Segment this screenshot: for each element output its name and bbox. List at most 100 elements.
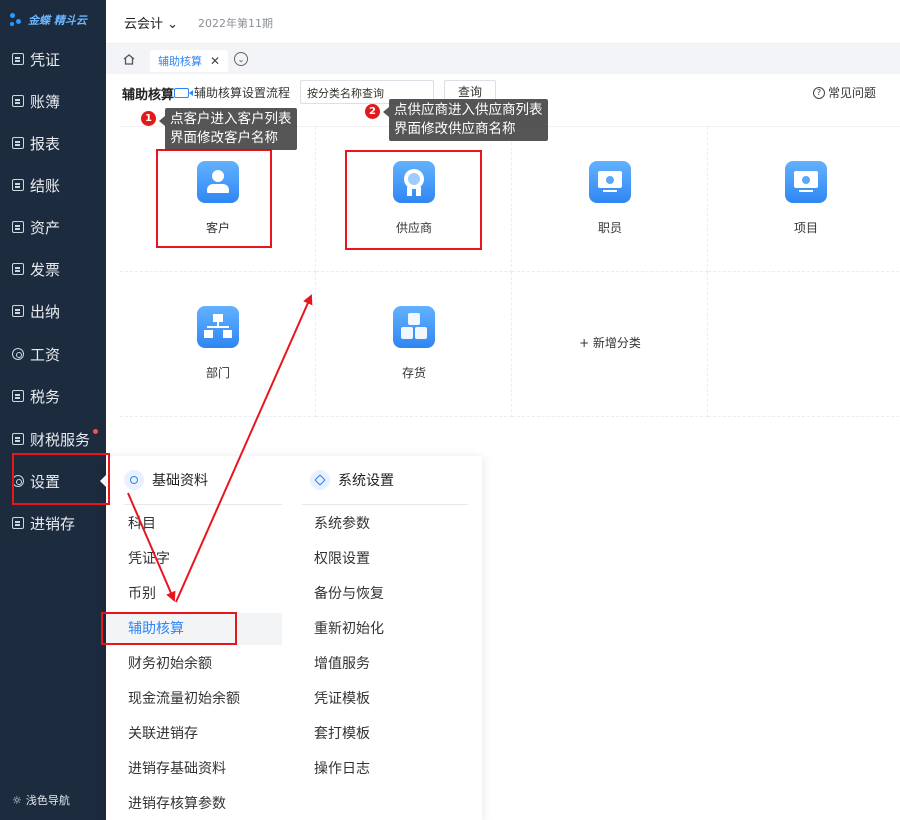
sidebar-item-label: 进销存 [30,514,76,533]
chevron-down-icon: ⌄ [167,17,179,32]
logo-mark-icon [10,13,24,27]
menu-item-inventory-basics[interactable]: 进销存基础资料 [106,753,282,785]
service-icon [12,433,24,445]
category-card-inventory[interactable]: 存货 [316,272,512,417]
sidebar-item-label: 设置 [30,472,61,491]
category-card-project[interactable]: 项目 [708,127,900,272]
callout-line: 点客户进入客户列表 [170,111,292,127]
monitor-icon [589,161,631,203]
sidebar-item-label: 账簿 [30,92,61,111]
category-label: 存货 [401,366,426,380]
sidebar-item-label: 税务 [30,387,61,406]
sidebar-item-ledger[interactable]: 账簿 [0,86,106,116]
category-label: 项目 [793,221,818,235]
inventory-icon [12,517,24,529]
menu-item-value-added[interactable]: 增值服务 [314,648,474,680]
tax-icon [12,390,24,402]
medal-icon [393,161,435,203]
question-icon: ? [812,86,825,99]
settings-circle-icon [124,470,144,490]
sidebar: 金蝶 精斗云 凭证 账簿 报表 结账 资产 发票 出纳 工资 税务 财税服务 设… [0,0,107,820]
sidebar-item-label: 财税服务 [30,430,91,449]
sidebar-item-label: 资产 [30,218,61,237]
tab-aux-accounting[interactable]: 辅助核算 ✕ [150,50,229,72]
tab-label: 辅助核算 [158,55,202,68]
logo-text: 金蝶 精斗云 [28,14,87,27]
category-label: 客户 [205,221,230,235]
menu-item-reinitialize[interactable]: 重新初始化 [314,613,474,645]
sidebar-item-settings[interactable]: 设置 [0,466,107,496]
sidebar-item-invoice[interactable]: 发票 [0,254,106,284]
menu-item-currency[interactable]: 币别 [106,578,282,610]
org-chart-icon [197,306,239,348]
notification-dot [93,429,98,434]
step-2-badge: 2 [365,104,380,119]
sidebar-item-report[interactable]: 报表 [0,128,106,158]
menu-item-voucher-word[interactable]: 凭证字 [106,543,282,575]
sidebar-item-tax-service[interactable]: 财税服务 [0,424,106,454]
sidebar-item-cashier[interactable]: 出纳 [0,296,106,326]
category-card-supplier[interactable]: 供应商 [316,127,512,272]
cashier-icon [12,305,24,317]
sidebar-item-label: 凭证 [30,50,61,69]
add-category-button[interactable]: + 新增分类 [512,272,708,417]
basic-data-title: 基础资料 [152,473,208,489]
category-card-employee[interactable]: 职员 [512,127,708,272]
divider [302,504,468,505]
callout-line: 界面修改客户名称 [170,130,278,146]
menu-item-backup-restore[interactable]: 备份与恢复 [314,578,474,610]
app-root: 金蝶 精斗云 凭证 账簿 报表 结账 资产 发票 出纳 工资 税务 财税服务 设… [0,0,900,820]
tabs-more-icon[interactable]: ⌄ [234,52,248,66]
user-icon [197,161,239,203]
setup-flow-link[interactable]: 辅助核算设置流程 [174,84,290,101]
menu-item-print-template[interactable]: 套打模板 [314,718,474,750]
layers-icon [310,470,330,490]
menu-item-inventory-params[interactable]: 进销存核算参数 [106,788,282,820]
sidebar-item-inventory[interactable]: 进销存 [0,508,106,538]
book-icon [12,95,24,107]
sidebar-item-closing[interactable]: 结账 [0,170,106,200]
yen-icon [12,348,24,360]
menu-item-permissions[interactable]: 权限设置 [314,543,474,575]
menu-item-operation-log[interactable]: 操作日志 [314,753,474,785]
page-title: 辅助核算 [122,88,175,103]
tab-bar: 辅助核算 ✕ ⌄ [106,44,900,74]
asset-icon [12,221,24,233]
menu-item-voucher-template[interactable]: 凭证模板 [314,683,474,715]
category-card-department[interactable]: 部门 [120,272,316,417]
menu-item-system-params[interactable]: 系统参数 [314,508,474,540]
system-settings-header: 系统设置 [310,470,394,490]
sidebar-item-tax[interactable]: 税务 [0,381,106,411]
sidebar-item-label: 发票 [30,260,61,279]
close-book-icon [12,179,24,191]
add-category-label: + 新增分类 [579,336,641,350]
settings-dropdown: 基础资料 系统设置 科目 凭证字 币别 辅助核算 财务初始余额 现金流量初始余额… [106,456,482,820]
sidebar-item-label: 出纳 [30,302,61,321]
menu-item-cashflow-initial[interactable]: 现金流量初始余额 [106,683,282,715]
sidebar-item-voucher[interactable]: 凭证 [0,44,106,74]
divider [124,504,282,505]
org-switcher[interactable]: 云会计 ⌄ [124,13,178,32]
system-settings-title: 系统设置 [338,473,394,489]
menu-item-aux-accounting[interactable]: 辅助核算 [106,613,282,645]
faq-label: 常见问题 [827,86,876,100]
sun-icon: ☼ [12,793,22,807]
category-label: 部门 [205,366,230,380]
invoice-icon [12,263,24,275]
menu-item-subjects[interactable]: 科目 [106,508,282,540]
close-icon[interactable]: ✕ [210,54,220,68]
menu-item-link-inventory[interactable]: 关联进销存 [106,718,282,750]
light-nav-label: 浅色导航 [25,794,70,807]
callout-customer: 点客户进入客户列表 界面修改客户名称 [159,108,297,150]
sidebar-item-assets[interactable]: 资产 [0,212,106,242]
sidebar-item-payroll[interactable]: 工资 [0,339,106,369]
sidebar-item-label: 结账 [30,176,61,195]
light-nav-toggle[interactable]: ☼ 浅色导航 [12,792,70,808]
home-icon[interactable] [123,54,135,65]
monitor-icon [785,161,827,203]
setup-flow-label: 辅助核算设置流程 [194,86,291,100]
sidebar-item-label: 工资 [30,345,61,364]
faq-link[interactable]: ? 常见问题 [812,84,876,101]
category-label: 职员 [597,221,622,235]
menu-item-initial-balance[interactable]: 财务初始余额 [106,648,282,680]
